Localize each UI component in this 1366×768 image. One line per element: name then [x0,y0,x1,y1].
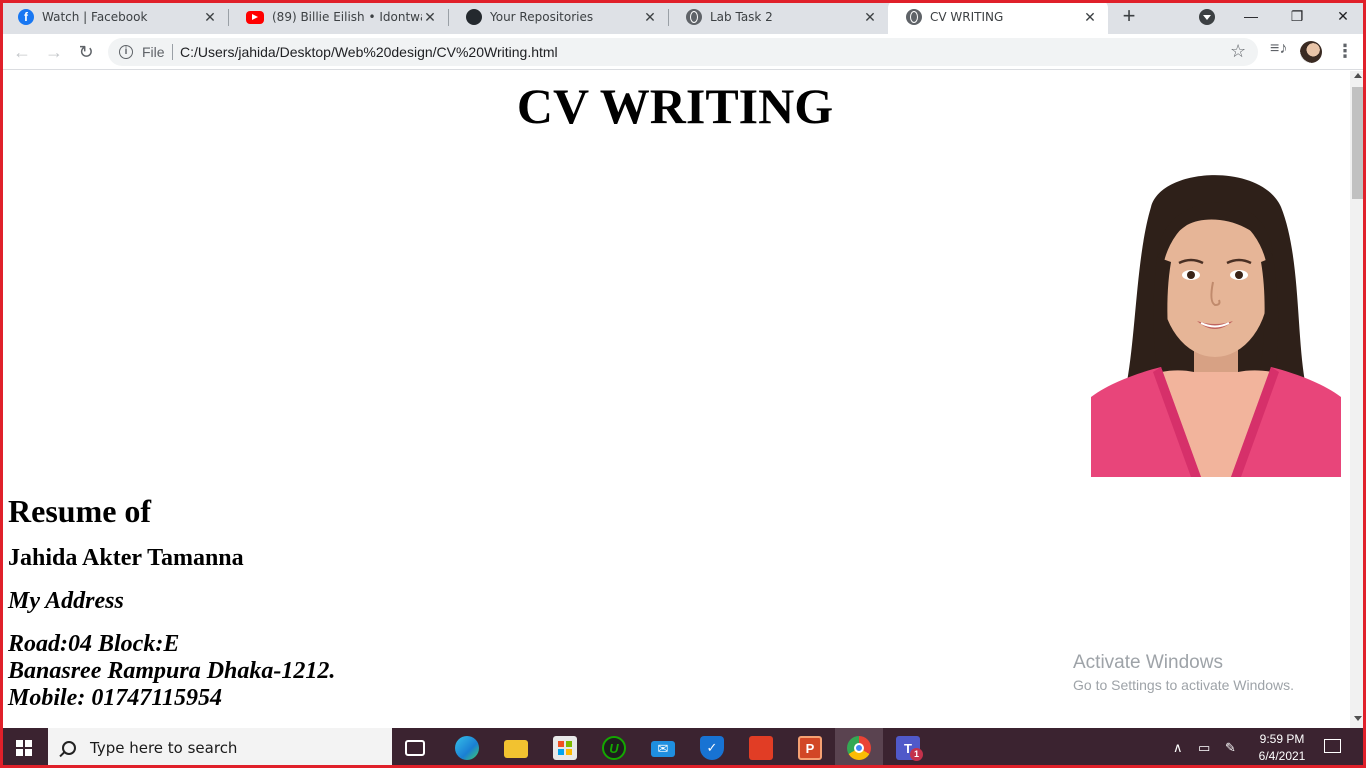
search-placeholder: Type here to search [90,739,238,757]
new-tab-button[interactable]: + [1117,5,1141,29]
tab-youtube[interactable]: (89) Billie Eilish • Idontwannabeyouanym… [228,0,448,34]
tab-title: Lab Task 2 [710,10,773,24]
scroll-thumb[interactable] [1352,87,1364,199]
close-icon[interactable]: ✕ [1082,9,1098,26]
address-heading: My Address [8,588,124,614]
github-icon [466,9,482,25]
task-view-icon[interactable] [405,740,425,756]
scroll-up-icon[interactable] [1354,73,1362,78]
back-icon[interactable]: ← [10,40,34,64]
url-text[interactable]: C:/Users/jahida/Desktop/Web%20design/CV%… [180,44,558,60]
bookmark-star-icon[interactable]: ☆ [1230,41,1246,62]
resume-heading: Resume of [8,493,152,529]
powerpoint-icon[interactable]: P [798,736,822,760]
page-viewport: CV WRITING Resume of Jahida Akter Tamann… [0,71,1350,728]
more-menu-icon[interactable]: ⋮ [1336,41,1354,62]
teams-icon[interactable]: T 1 [896,736,923,761]
minimize-button[interactable]: — [1228,0,1274,32]
reload-icon[interactable]: ↻ [74,40,98,64]
close-icon[interactable]: ✕ [202,9,218,26]
profile-photo [1091,167,1341,477]
facebook-icon: f [18,9,34,25]
notification-center-icon[interactable] [1324,739,1341,753]
tab-title: CV WRITING [930,10,1004,24]
person-name: Jahida Akter Tamanna [8,545,244,571]
file-explorer-icon[interactable] [504,740,528,758]
upwork-icon[interactable]: U [602,736,626,760]
store-icon[interactable] [553,736,577,760]
close-icon[interactable]: ✕ [862,9,878,26]
office-icon[interactable] [749,736,773,760]
battery-icon[interactable]: ▭ [1198,728,1210,768]
tab-title: Your Repositories [490,10,594,24]
close-window-button[interactable]: ✕ [1320,0,1366,32]
windows-logo-icon [16,740,32,756]
tab-search-icon[interactable] [1199,9,1215,25]
photo-image [1091,175,1341,477]
browser-toolbar: ← → ↻ i File C:/Users/jahida/Desktop/Web… [0,34,1366,70]
show-hidden-icons[interactable]: ∧ [1173,728,1183,768]
tab-lab-task[interactable]: Lab Task 2 ✕ [668,0,888,34]
close-icon[interactable]: ✕ [642,9,658,26]
watermark-title: Activate Windows [1073,652,1223,673]
address-line: Banasree Rampura Dhaka-1212. [8,658,336,684]
address-bar[interactable]: i File C:/Users/jahida/Desktop/Web%20des… [108,38,1258,66]
tab-title: (89) Billie Eilish • Idontwannabeyouanym… [272,10,422,24]
chrome-icon[interactable] [847,736,871,760]
security-icon[interactable]: ✓ [700,736,724,760]
system-clock[interactable]: 9:59 PM 6/4/2021 [1254,731,1310,765]
notification-badge: 1 [910,748,923,761]
edge-icon[interactable] [455,736,479,760]
scheme-label: File [142,44,165,60]
tab-facebook[interactable]: f Watch | Facebook ✕ [0,0,228,34]
start-button[interactable] [0,728,48,768]
clock-date: 6/4/2021 [1258,749,1306,763]
tab-strip: f Watch | Facebook ✕ (89) Billie Eilish … [0,0,1366,34]
forward-icon[interactable]: → [42,40,66,64]
taskbar-search[interactable]: Type here to search [48,728,392,768]
tab-title: Watch | Facebook [42,10,148,24]
media-control-icon[interactable]: ≡♪ [1270,40,1287,58]
divider [172,44,173,60]
activate-windows-watermark: Activate Windows Go to Settings to activ… [1073,652,1294,693]
page-title: CV WRITING [516,78,834,134]
globe-icon [686,9,702,25]
mail-icon[interactable]: ✉ [651,741,675,757]
tab-cv-writing[interactable]: CV WRITING ✕ [888,0,1108,34]
globe-icon [906,9,922,25]
clock-time: 9:59 PM [1259,732,1305,746]
mobile-line: Mobile: 01747115954 [8,685,222,711]
pen-icon[interactable]: ✎ [1225,728,1236,768]
avatar[interactable] [1300,41,1322,63]
vertical-scrollbar[interactable] [1350,71,1366,728]
info-icon[interactable]: i [119,45,133,59]
youtube-icon [246,10,264,24]
close-icon[interactable]: ✕ [422,9,438,26]
watermark-subtitle: Go to Settings to activate Windows. [1073,677,1294,693]
search-icon [62,741,76,755]
tab-github[interactable]: Your Repositories ✕ [448,0,668,34]
restore-button[interactable]: ❐ [1274,0,1320,32]
scroll-down-icon[interactable] [1354,716,1362,721]
address-line: Road:04 Block:E [8,631,180,657]
windows-taskbar: Type here to search U ✉ ✓ P T 1 ∧ ▭ ✎ 9:… [0,728,1366,768]
